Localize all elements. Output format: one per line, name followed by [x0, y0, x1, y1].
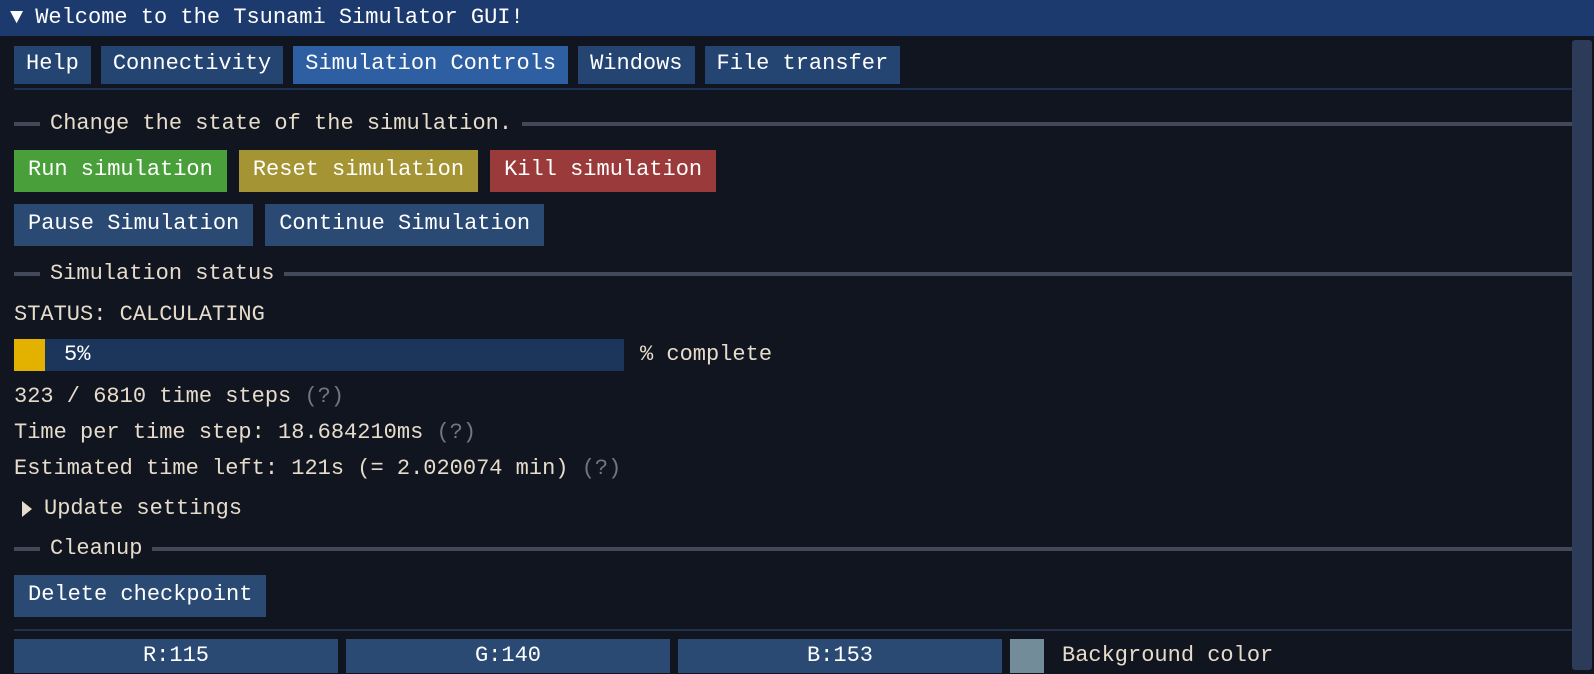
window-title: Welcome to the Tsunami Simulator GUI! — [35, 2, 523, 34]
background-color-row: R:115 G:140 B:153 Background color — [14, 639, 1580, 673]
delete-checkpoint-button[interactable]: Delete checkpoint — [14, 575, 266, 617]
time-steps-line: 323 / 6810 time steps (?) — [14, 381, 1580, 413]
bg-color-b-input[interactable]: B:153 — [678, 639, 1002, 673]
tab-connectivity[interactable]: Connectivity — [101, 46, 283, 84]
tab-help[interactable]: Help — [14, 46, 91, 84]
update-settings-label: Update settings — [44, 493, 242, 525]
section-dash — [14, 547, 40, 551]
section-dash — [14, 122, 40, 126]
bg-color-g-input[interactable]: G:140 — [346, 639, 670, 673]
section-header-status: Simulation status — [14, 258, 1580, 290]
eta-value: Estimated time left: 121s (= 2.020074 mi… — [14, 456, 569, 481]
progress-text: 5% — [64, 339, 90, 371]
help-icon[interactable]: (?) — [436, 420, 476, 445]
pause-simulation-button[interactable]: Pause Simulation — [14, 204, 253, 246]
window-body: Help Connectivity Simulation Controls Wi… — [0, 36, 1594, 674]
section-header-change-state: Change the state of the simulation. — [14, 108, 1580, 140]
tab-simulation-controls[interactable]: Simulation Controls — [293, 46, 568, 84]
reset-simulation-button[interactable]: Reset simulation — [239, 150, 478, 192]
section-header-cleanup: Cleanup — [14, 533, 1580, 565]
eta-line: Estimated time left: 121s (= 2.020074 mi… — [14, 453, 1580, 485]
section-title-cleanup: Cleanup — [50, 533, 142, 565]
status-line: STATUS: CALCULATING — [14, 299, 1580, 331]
bg-color-swatch[interactable] — [1010, 639, 1044, 673]
separator — [14, 629, 1580, 631]
section-title-status: Simulation status — [50, 258, 274, 290]
continue-simulation-button[interactable]: Continue Simulation — [265, 204, 544, 246]
button-row-2: Pause Simulation Continue Simulation — [14, 204, 1580, 246]
section-title-change-state: Change the state of the simulation. — [50, 108, 512, 140]
cleanup-button-row: Delete checkpoint — [14, 575, 1580, 617]
section-line — [522, 122, 1580, 126]
section-dash — [14, 272, 40, 276]
collapse-window-icon[interactable]: ▼ — [10, 2, 23, 34]
chevron-right-icon — [22, 501, 32, 517]
progress-bar: 5% — [14, 339, 624, 371]
bg-color-label: Background color — [1062, 640, 1273, 672]
section-line — [284, 272, 1580, 276]
button-row-1: Run simulation Reset simulation Kill sim… — [14, 150, 1580, 192]
progress-row: 5% % complete — [14, 339, 1580, 371]
tab-bar: Help Connectivity Simulation Controls Wi… — [14, 46, 1580, 84]
run-simulation-button[interactable]: Run simulation — [14, 150, 227, 192]
time-per-step-value: Time per time step: 18.684210ms — [14, 420, 423, 445]
kill-simulation-button[interactable]: Kill simulation — [490, 150, 716, 192]
main-window: ▼ Welcome to the Tsunami Simulator GUI! … — [0, 0, 1594, 674]
update-settings-toggle[interactable]: Update settings — [22, 493, 1580, 525]
tab-windows[interactable]: Windows — [578, 46, 694, 84]
time-per-step-line: Time per time step: 18.684210ms (?) — [14, 417, 1580, 449]
help-icon[interactable]: (?) — [304, 384, 344, 409]
vertical-scrollbar[interactable] — [1572, 40, 1592, 670]
section-line — [152, 547, 1580, 551]
bg-color-r-input[interactable]: R:115 — [14, 639, 338, 673]
window-titlebar[interactable]: ▼ Welcome to the Tsunami Simulator GUI! — [0, 0, 1594, 36]
tab-underline — [14, 88, 1580, 90]
progress-label: % complete — [640, 339, 772, 371]
progress-fill — [14, 339, 45, 371]
time-steps-value: 323 / 6810 time steps — [14, 384, 291, 409]
tab-file-transfer[interactable]: File transfer — [705, 46, 901, 84]
help-icon[interactable]: (?) — [582, 456, 622, 481]
